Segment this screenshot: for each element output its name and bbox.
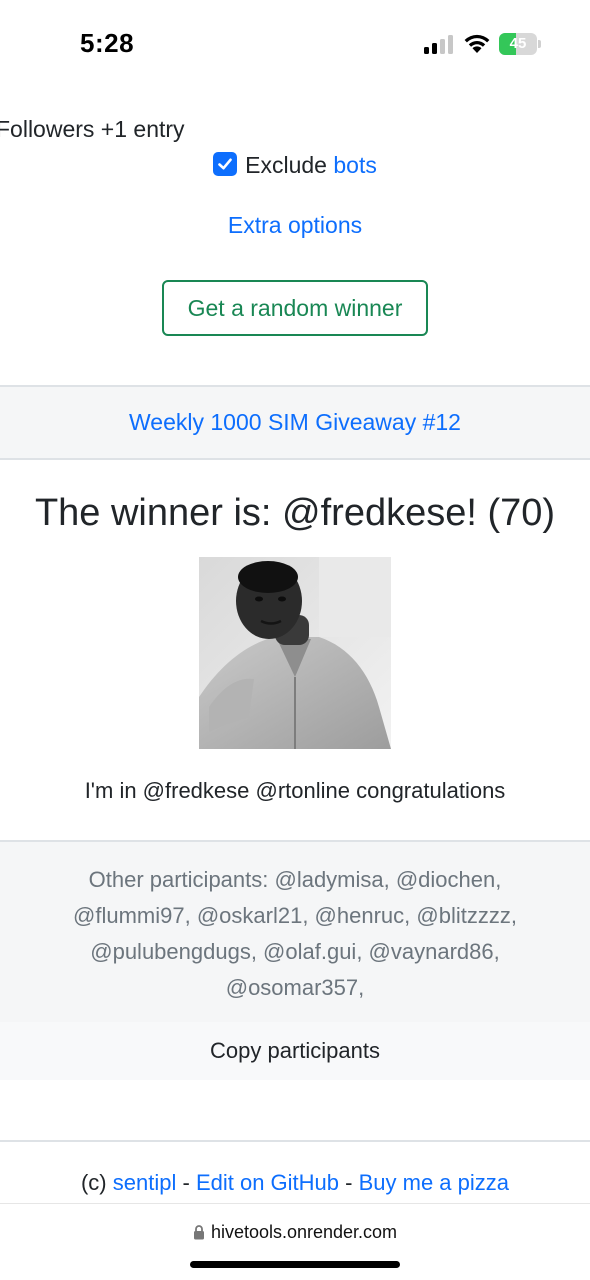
followers-entry-text: Followers +1 entry <box>0 116 185 142</box>
battery-level: 45 <box>509 35 527 52</box>
exclude-bots-row: Exclude bots <box>0 152 590 179</box>
participants-list: Other participants: @ladymisa, @diochen,… <box>73 867 517 1000</box>
signal-icon <box>424 34 454 54</box>
footer-separator: - <box>345 1170 353 1195</box>
bots-link[interactable]: bots <box>333 152 376 178</box>
lock-icon <box>193 1224 205 1245</box>
giveaway-card: Weekly 1000 SIM Giveaway #12 <box>0 385 590 460</box>
status-bar: 5:28 45 <box>0 0 590 90</box>
giveaway-title-link[interactable]: Weekly 1000 SIM Giveaway #12 <box>129 409 461 436</box>
participants-card: Other participants: @ladymisa, @diochen,… <box>0 840 590 1080</box>
exclude-label: Exclude <box>245 152 327 178</box>
edit-on-github-link[interactable]: Edit on GitHub <box>196 1170 339 1195</box>
browser-url-bar[interactable]: hivetools.onrender.com <box>0 1203 590 1280</box>
extra-options-wrap: Extra options <box>0 212 590 239</box>
footer-separator: - <box>182 1170 190 1195</box>
wifi-icon <box>462 32 492 54</box>
battery-icon: 45 <box>499 33 541 55</box>
winner-heading: The winner is: @fredkese! (70) <box>34 492 556 534</box>
url-text: hivetools.onrender.com <box>210 1222 398 1242</box>
get-random-winner-button[interactable]: Get a random winner <box>162 280 428 336</box>
winner-comment: I'm in @fredkese @rtonline congratulatio… <box>84 778 506 803</box>
url-display[interactable]: hivetools.onrender.com <box>0 1222 590 1245</box>
checkbox-icon[interactable] <box>213 152 238 176</box>
copyright-prefix: (c) <box>80 1170 107 1195</box>
extra-options-link[interactable]: Extra options <box>228 212 362 238</box>
home-indicator[interactable] <box>190 1261 400 1268</box>
footer-divider <box>0 1140 590 1142</box>
footer: (c) sentipl - Edit on GitHub - Buy me a … <box>0 1170 590 1196</box>
status-time: 5:28 <box>80 28 135 58</box>
author-link[interactable]: sentipl <box>113 1170 177 1195</box>
winner-avatar <box>199 557 391 749</box>
copy-participants-button[interactable]: Copy participants <box>0 1022 590 1080</box>
buy-pizza-link[interactable]: Buy me a pizza <box>359 1170 509 1195</box>
